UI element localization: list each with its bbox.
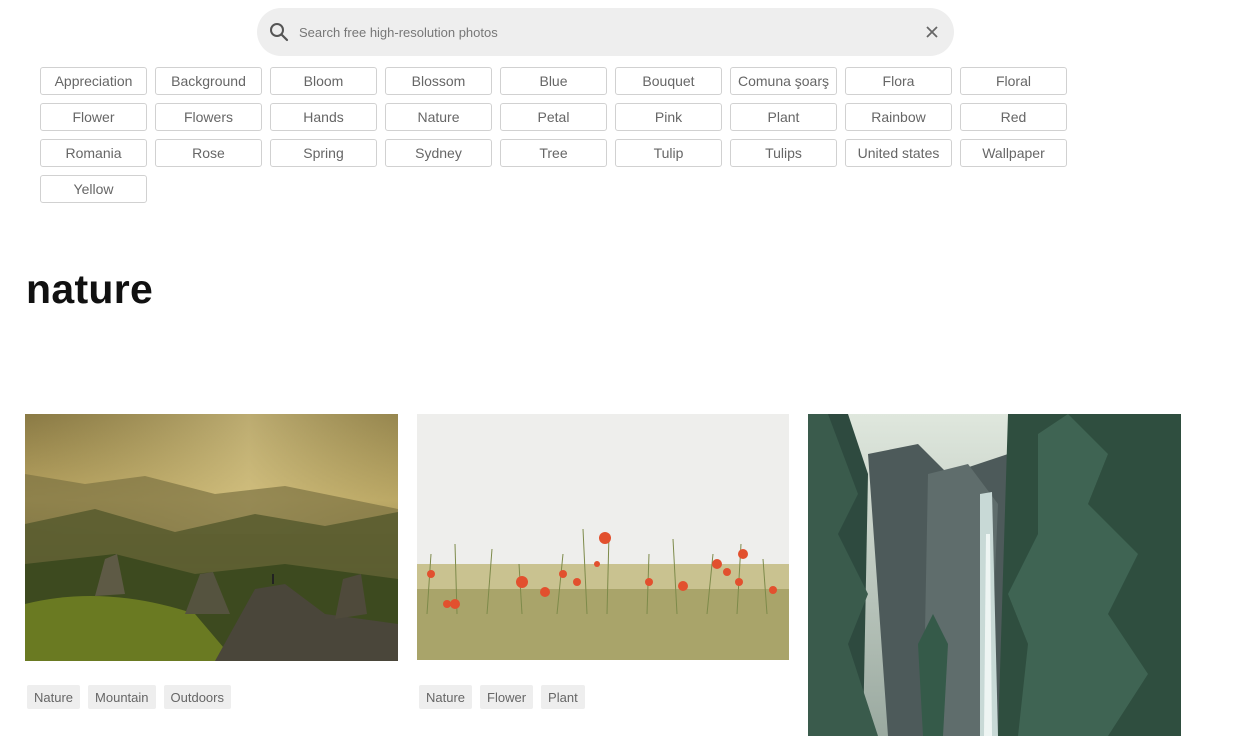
tag-chip[interactable]: Spring <box>270 139 377 167</box>
tag-chip[interactable]: United states <box>845 139 952 167</box>
photo-poppy-field[interactable] <box>417 414 789 660</box>
tag-chip[interactable]: Yellow <box>40 175 147 203</box>
search-bar[interactable] <box>257 8 954 56</box>
photo-mountain-landscape[interactable] <box>25 414 398 661</box>
tag-chip[interactable]: Plant <box>730 103 837 131</box>
photo-tag[interactable]: Nature <box>419 685 473 709</box>
tag-chip[interactable]: Tree <box>500 139 607 167</box>
photo-tag[interactable]: Plant <box>541 685 585 709</box>
related-tags: Appreciation Background Bloom Blossom Bl… <box>40 67 1080 203</box>
search-icon[interactable] <box>269 22 289 42</box>
photo-tag[interactable]: Nature <box>27 685 81 709</box>
tag-chip[interactable]: Rainbow <box>845 103 952 131</box>
tag-chip[interactable]: Petal <box>500 103 607 131</box>
photo-tag[interactable]: Mountain <box>88 685 156 709</box>
tag-chip[interactable]: Blue <box>500 67 607 95</box>
photo-waterfall-forest[interactable] <box>808 414 1181 736</box>
photo-card: Nature Mountain Outdoors <box>25 414 398 709</box>
tag-chip[interactable]: Flower <box>40 103 147 131</box>
tag-chip[interactable]: Flora <box>845 67 952 95</box>
clear-search-button[interactable] <box>922 22 942 42</box>
photo-tag[interactable]: Outdoors <box>163 685 231 709</box>
photo-tag[interactable]: Flower <box>480 685 534 709</box>
tag-chip[interactable]: Appreciation <box>40 67 147 95</box>
tag-chip[interactable]: Bouquet <box>615 67 722 95</box>
page-title: nature <box>26 266 154 312</box>
tag-chip[interactable]: Nature <box>385 103 492 131</box>
tag-chip[interactable]: Red <box>960 103 1067 131</box>
search-input[interactable] <box>299 18 899 46</box>
tag-chip[interactable]: Blossom <box>385 67 492 95</box>
tag-chip[interactable]: Pink <box>615 103 722 131</box>
tag-chip[interactable]: Floral <box>960 67 1067 95</box>
close-icon <box>926 26 938 38</box>
tag-chip[interactable]: Romania <box>40 139 147 167</box>
tag-chip[interactable]: Flowers <box>155 103 262 131</box>
tag-chip[interactable]: Tulip <box>615 139 722 167</box>
photo-card <box>808 414 1181 736</box>
tag-chip[interactable]: Bloom <box>270 67 377 95</box>
tag-chip[interactable]: Comuna şoarş <box>730 67 837 95</box>
tag-chip[interactable]: Rose <box>155 139 262 167</box>
tag-chip[interactable]: Sydney <box>385 139 492 167</box>
photo-card: Nature Flower Plant <box>417 414 789 709</box>
tag-chip[interactable]: Background <box>155 67 262 95</box>
tag-chip[interactable]: Wallpaper <box>960 139 1067 167</box>
tag-chip[interactable]: Hands <box>270 103 377 131</box>
tag-chip[interactable]: Tulips <box>730 139 837 167</box>
